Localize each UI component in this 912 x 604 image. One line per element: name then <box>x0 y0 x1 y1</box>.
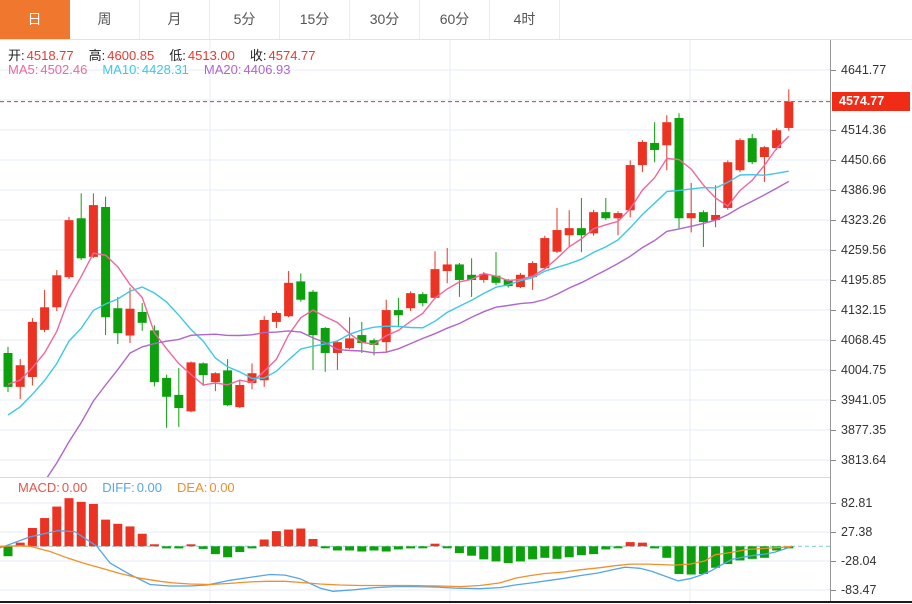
price-axis-tick: 4386.96 <box>831 182 886 198</box>
ma10-line <box>7 170 789 416</box>
period-tabbar: 日周月 5分 15分 30分 60分 4时 <box>0 0 912 40</box>
tab-period-1[interactable]: 日 <box>0 0 70 39</box>
price-axis-tick: 3813.64 <box>831 452 886 468</box>
price-axis: 4574.77 4641.77 4514.36 4450.66 4386.96 4323… <box>830 40 912 602</box>
dea-line <box>0 545 793 588</box>
ma5-line <box>7 135 790 386</box>
tab-period-7[interactable]: 60分 <box>420 0 490 39</box>
price-axis-tick: 4068.45 <box>831 332 886 348</box>
main-candlestick-chart[interactable] <box>0 40 830 478</box>
price-axis-tick: 3941.05 <box>831 392 886 408</box>
price-axis-tick: 4195.85 <box>831 272 886 288</box>
kline-chart-app: 日周月 5分 15分 30分 60分 4时 开: 4518.77 高: 4600.85 低: 451… <box>0 0 912 604</box>
price-axis-tick: 4323.26 <box>831 212 886 228</box>
candles <box>3 89 794 428</box>
chart-bottom-border <box>0 601 912 603</box>
macd-axis-tick: -83.47 <box>831 582 876 598</box>
tab-period-2[interactable]: 周 <box>70 0 140 39</box>
price-axis-tick: 4514.36 <box>831 122 886 138</box>
tab-period-3[interactable]: 月 <box>140 0 210 39</box>
current-price-badge: 4574.77 <box>832 92 910 112</box>
macd-chart[interactable] <box>0 478 830 604</box>
tab-period-6[interactable]: 30分 <box>350 0 420 39</box>
tab-period-5[interactable]: 15分 <box>280 0 350 39</box>
macd-histogram <box>3 498 794 575</box>
tab-period-4[interactable]: 5分 <box>210 0 280 39</box>
macd-axis-tick: -28.04 <box>831 553 876 569</box>
price-axis-tick: 4259.56 <box>831 242 886 258</box>
macd-axis-tick: 27.38 <box>831 524 872 540</box>
tab-period-8[interactable]: 4时 <box>490 0 560 39</box>
price-axis-tick: 4641.77 <box>831 62 886 78</box>
price-axis-tick: 4004.75 <box>831 362 886 378</box>
main-gridlines <box>0 40 830 478</box>
price-axis-tick: 4450.66 <box>831 152 886 168</box>
price-axis-tick: 4132.15 <box>831 302 886 318</box>
macd-axis-tick: 82.81 <box>831 495 872 511</box>
price-axis-tick: 3877.35 <box>831 422 886 438</box>
